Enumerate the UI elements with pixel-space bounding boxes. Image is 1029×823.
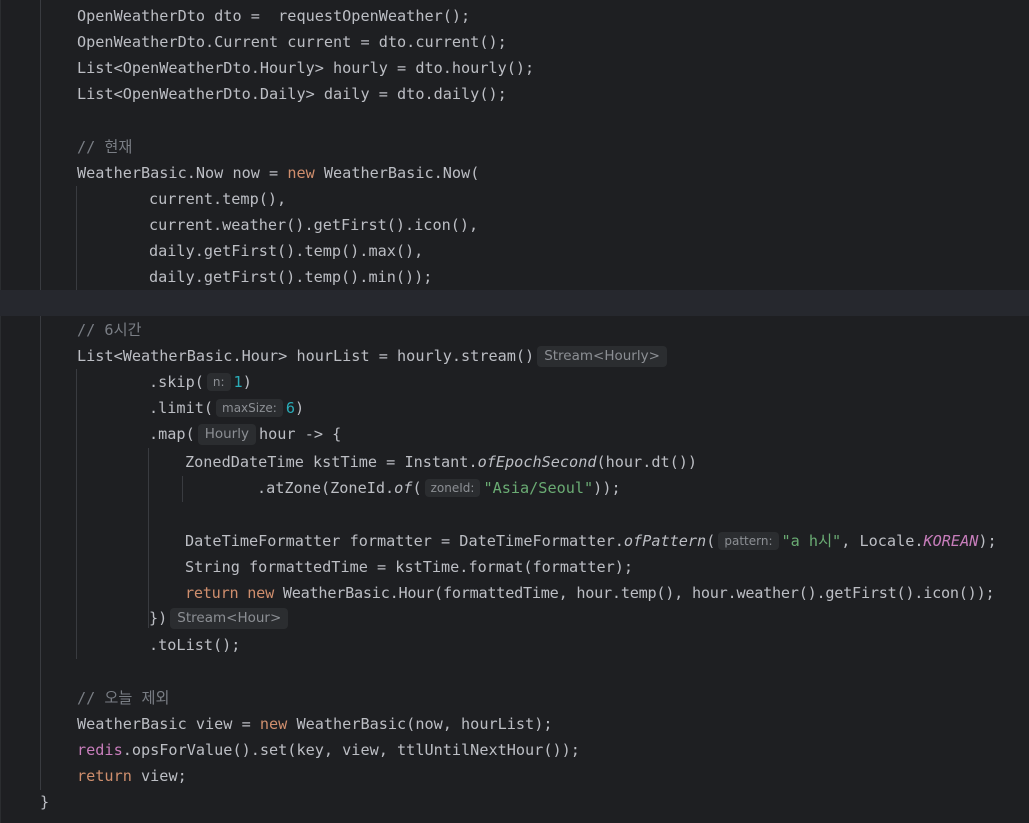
code-line[interactable]: daily.getFirst().temp().min()); xyxy=(0,264,1029,290)
code-text: ) xyxy=(242,373,252,391)
code-text: , Locale. xyxy=(841,532,924,550)
type-inlay-hint[interactable]: Hourly xyxy=(197,424,256,445)
code-text: (hour.dt()) xyxy=(596,453,698,471)
type-inlay-hint[interactable]: Stream<Hourly> xyxy=(537,346,667,367)
code-text: .map( xyxy=(149,425,195,443)
static-method: of xyxy=(394,479,413,497)
static-method: ofPattern xyxy=(623,532,707,550)
string-literal: "Asia/Seoul" xyxy=(483,479,594,497)
code-text: ); xyxy=(978,532,997,550)
type-inlay-hint[interactable]: Stream<Hour> xyxy=(170,608,289,629)
code-editor[interactable]: OpenWeatherDto dto = requestOpenWeather(… xyxy=(0,0,1029,823)
comment: // 오늘 제외 xyxy=(77,689,170,707)
code-text: WeatherBasic.Hour(formattedTime, hour.te… xyxy=(273,584,995,602)
code-line[interactable]: current.weather().getFirst().icon(), xyxy=(0,212,1029,238)
parameter-inlay-hint[interactable]: n: xyxy=(206,373,231,391)
code-line[interactable]: String formattedTime = kstTime.format(fo… xyxy=(0,554,1029,580)
keyword: new xyxy=(259,715,288,733)
code-line[interactable]: return new WeatherBasic.Hour(formattedTi… xyxy=(0,580,1029,606)
code-text: hour -> { xyxy=(258,425,342,443)
code-text: OpenWeatherDto dto = requestOpenWeather(… xyxy=(77,7,471,25)
code-text: .atZone(ZoneId. xyxy=(257,479,395,497)
code-line[interactable]: .atZone(ZoneId.of(zoneId: "Asia/Seoul")); xyxy=(0,475,1029,501)
comment: // 현재 xyxy=(77,138,133,156)
number-literal: 1 xyxy=(233,373,243,391)
code-line[interactable]: List<OpenWeatherDto.Hourly> hourly = dto… xyxy=(0,55,1029,81)
code-line[interactable]: current.temp(), xyxy=(0,186,1029,212)
code-line[interactable]: }) Stream<Hour> xyxy=(0,605,1029,631)
code-text: )); xyxy=(593,479,621,497)
code-text: .skip( xyxy=(149,373,204,391)
code-text: String formattedTime = kstTime.format(fo… xyxy=(185,558,634,576)
code-text: current.weather().getFirst().icon(), xyxy=(149,216,479,234)
code-text: ZonedDateTime kstTime = Instant. xyxy=(185,453,478,471)
keyword: return xyxy=(185,584,239,602)
code-line[interactable]: WeatherBasic view = new WeatherBasic(now… xyxy=(0,711,1029,737)
code-text: .opsForValue().set(key, view, ttlUntilNe… xyxy=(122,741,580,759)
code-text: view; xyxy=(131,767,187,785)
code-line[interactable]: // 오늘 제외 xyxy=(0,685,1029,711)
static-method: ofEpochSecond xyxy=(477,453,597,471)
code-line[interactable]: OpenWeatherDto.Current current = dto.cur… xyxy=(0,29,1029,55)
field-reference: redis xyxy=(77,741,123,759)
parameter-inlay-hint[interactable]: maxSize: xyxy=(216,399,283,417)
code-text: daily.getFirst().temp().min()); xyxy=(149,268,433,286)
code-line[interactable]: // 6시간 xyxy=(0,317,1029,343)
code-text: OpenWeatherDto.Current current = dto.cur… xyxy=(77,33,507,51)
code-line[interactable]: daily.getFirst().temp().max(), xyxy=(0,238,1029,264)
code-text: WeatherBasic view = xyxy=(77,715,260,733)
code-line[interactable]: WeatherBasic.Now now = new WeatherBasic.… xyxy=(0,160,1029,186)
current-line-highlight xyxy=(0,290,1029,316)
code-text: ( xyxy=(412,479,422,497)
code-text: List<OpenWeatherDto.Daily> daily = dto.d… xyxy=(77,85,507,103)
code-line[interactable]: List<WeatherBasic.Hour> hourList = hourl… xyxy=(0,343,1029,369)
parameter-inlay-hint[interactable]: zoneId: xyxy=(424,479,481,497)
code-text: List<OpenWeatherDto.Hourly> hourly = dto… xyxy=(77,59,535,77)
keyword: new xyxy=(287,164,315,182)
code-line[interactable]: OpenWeatherDto dto = requestOpenWeather(… xyxy=(0,3,1029,29)
code-line[interactable]: .skip(n: 1) xyxy=(0,369,1029,395)
code-text: current.temp(), xyxy=(149,190,287,208)
code-text: ) xyxy=(295,399,305,417)
code-line[interactable]: .toList(); xyxy=(0,632,1029,658)
comment: // 6시간 xyxy=(77,321,142,339)
code-text: WeatherBasic(now, hourList); xyxy=(287,715,553,733)
code-line[interactable]: } xyxy=(0,789,1029,815)
code-line[interactable]: // 현재 xyxy=(0,134,1029,160)
static-field: KOREAN xyxy=(923,532,979,550)
keyword: return xyxy=(77,767,132,785)
code-text: ( xyxy=(706,532,716,550)
number-literal: 6 xyxy=(285,399,295,417)
code-line[interactable]: return view; xyxy=(0,763,1029,789)
code-text: WeatherBasic.Now now = xyxy=(77,164,288,182)
code-text: }) xyxy=(149,609,168,627)
code-line[interactable]: ZonedDateTime kstTime = Instant.ofEpochS… xyxy=(0,449,1029,475)
code-text: List<WeatherBasic.Hour> hourList = hourl… xyxy=(77,347,535,365)
parameter-inlay-hint[interactable]: pattern: xyxy=(718,532,779,550)
code-text: .toList(); xyxy=(149,636,241,654)
code-text: WeatherBasic.Now( xyxy=(314,164,480,182)
code-line[interactable]: .map(Hourly hour -> { xyxy=(0,421,1029,447)
code-line[interactable]: .limit(maxSize: 6) xyxy=(0,395,1029,421)
code-text: } xyxy=(40,793,50,811)
code-line[interactable]: List<OpenWeatherDto.Daily> daily = dto.d… xyxy=(0,81,1029,107)
code-text: DateTimeFormatter formatter = DateTimeFo… xyxy=(185,532,624,550)
keyword: new xyxy=(247,584,274,602)
code-text: .limit( xyxy=(149,399,214,417)
code-text: daily.getFirst().temp().max(), xyxy=(149,242,424,260)
code-line[interactable]: redis.opsForValue().set(key, view, ttlUn… xyxy=(0,737,1029,763)
string-literal: "a h시" xyxy=(781,532,842,550)
code-line[interactable]: DateTimeFormatter formatter = DateTimeFo… xyxy=(0,528,1029,554)
